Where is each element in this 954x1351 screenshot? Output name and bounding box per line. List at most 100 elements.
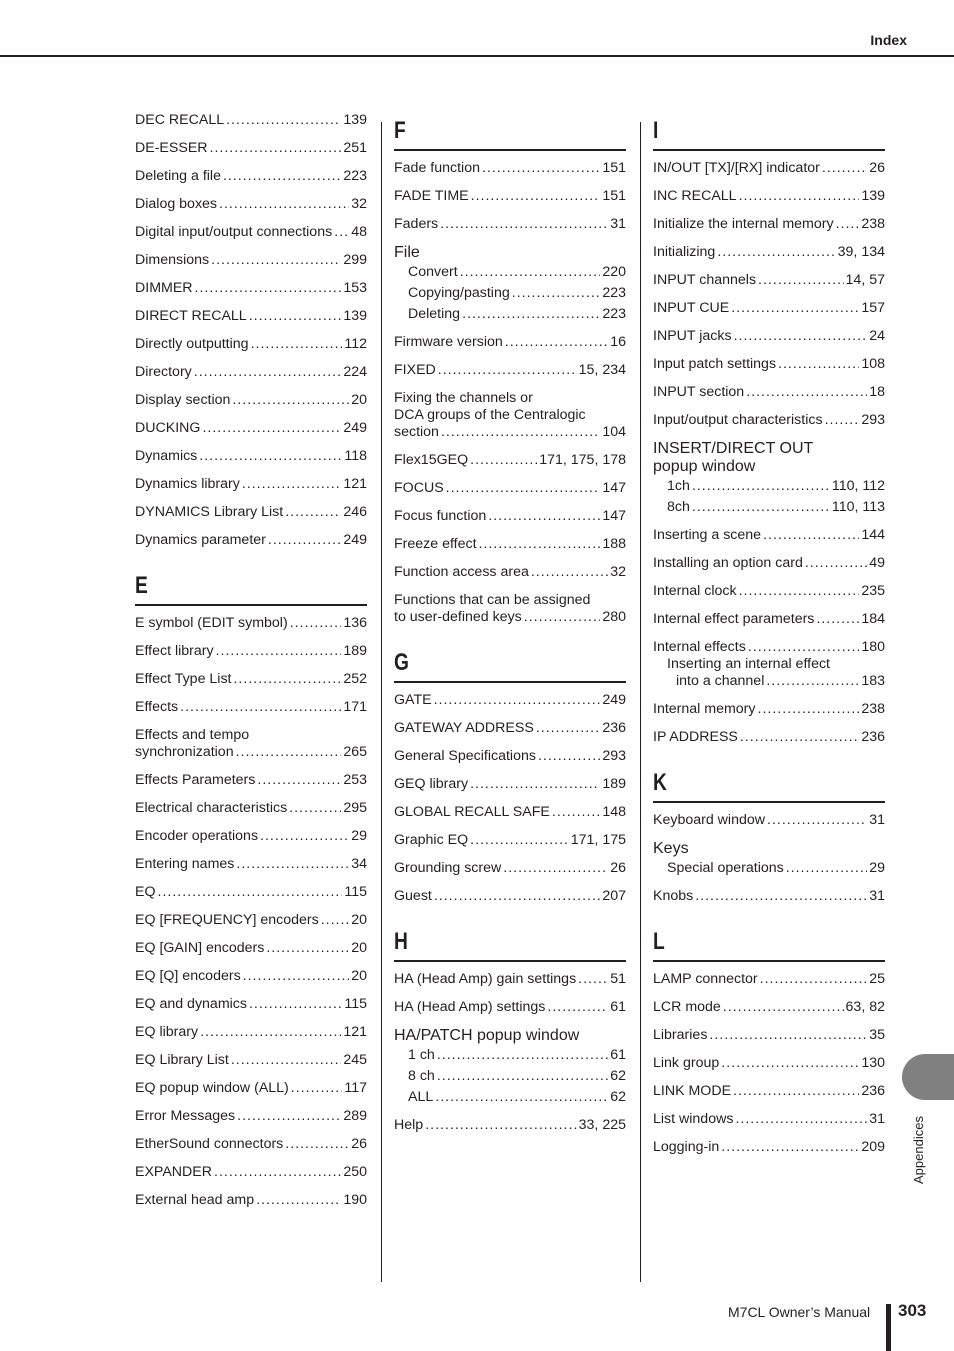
page-reference[interactable]: 31 (869, 1111, 885, 1128)
page-reference[interactable]: 153 (343, 280, 367, 297)
page-reference[interactable]: 117 (344, 1080, 367, 1097)
page-reference[interactable]: 34 (351, 856, 367, 873)
page-reference[interactable]: 31 (869, 888, 885, 905)
page-reference[interactable]: 151 (602, 188, 626, 205)
page-reference[interactable]: 31 (610, 216, 626, 233)
page-reference[interactable]: 251 (343, 140, 367, 157)
page-reference[interactable]: 246 (343, 504, 367, 521)
page-reference[interactable]: 189 (602, 776, 626, 793)
page-reference[interactable]: 115 (344, 996, 367, 1013)
page-reference[interactable]: 115 (344, 884, 367, 901)
page-reference[interactable]: 39, 134 (838, 244, 885, 261)
page-reference[interactable]: 171, 175, 178 (539, 452, 626, 469)
index-section-l: L LAMP connector 25 LCR mode 63, 82 Libraries… (653, 923, 885, 1156)
page-reference[interactable]: 130 (861, 1055, 885, 1072)
dot-leader (249, 308, 342, 325)
page-reference[interactable]: 61 (610, 1047, 626, 1064)
page-reference[interactable]: 249 (343, 420, 367, 437)
page-reference[interactable]: 220 (602, 264, 626, 281)
page-reference[interactable]: 209 (861, 1139, 885, 1156)
page-reference[interactable]: 26 (610, 860, 626, 877)
page-reference[interactable]: 31 (869, 812, 885, 829)
page-reference[interactable]: 253 (343, 772, 367, 789)
page-reference[interactable]: 15, 234 (579, 362, 626, 379)
page-reference[interactable]: 20 (351, 940, 367, 957)
page-reference[interactable]: 14, 57 (846, 272, 885, 289)
page-reference[interactable]: 183 (861, 673, 885, 690)
page-reference[interactable]: 110, 113 (832, 499, 885, 516)
page-reference[interactable]: 108 (861, 356, 885, 373)
page-reference[interactable]: 236 (602, 720, 626, 737)
page-reference[interactable]: 236 (861, 1083, 885, 1100)
page-reference[interactable]: 35 (869, 1027, 885, 1044)
page-reference[interactable]: 20 (351, 912, 367, 929)
page-reference[interactable]: 104 (602, 424, 626, 441)
page-reference[interactable]: 110, 112 (832, 478, 885, 495)
page-reference[interactable]: 18 (869, 384, 885, 401)
page-reference[interactable]: 49 (869, 555, 885, 572)
page-reference[interactable]: 32 (351, 196, 367, 213)
page-reference[interactable]: 224 (343, 364, 367, 381)
page-reference[interactable]: 249 (343, 532, 367, 549)
page-reference[interactable]: 121 (343, 476, 367, 493)
page-reference[interactable]: 24 (869, 328, 885, 345)
page-reference[interactable]: 62 (610, 1068, 626, 1085)
page-reference[interactable]: 180 (861, 639, 885, 656)
page-reference[interactable]: 118 (344, 448, 367, 465)
page-reference[interactable]: 62 (610, 1089, 626, 1106)
page-reference[interactable]: 20 (351, 968, 367, 985)
page-reference[interactable]: 61 (610, 999, 626, 1016)
page-reference[interactable]: 223 (602, 306, 626, 323)
page-reference[interactable]: 171, 175 (571, 832, 626, 849)
page-reference[interactable]: 121 (343, 1024, 367, 1041)
page-reference[interactable]: 245 (343, 1052, 367, 1069)
page-reference[interactable]: 207 (602, 888, 626, 905)
page-reference[interactable]: 223 (602, 285, 626, 302)
page-reference[interactable]: 238 (861, 701, 885, 718)
page-reference[interactable]: 188 (602, 536, 626, 553)
page-reference[interactable]: 189 (343, 643, 367, 660)
page-reference[interactable]: 139 (343, 112, 367, 129)
page-reference[interactable]: 236 (861, 729, 885, 746)
page-reference[interactable]: 265 (343, 744, 367, 761)
page-reference[interactable]: 147 (602, 508, 626, 525)
page-reference[interactable]: 157 (861, 300, 885, 317)
page-reference[interactable]: 295 (343, 800, 367, 817)
page-reference[interactable]: 144 (861, 527, 885, 544)
page-reference[interactable]: 148 (602, 804, 626, 821)
page-reference[interactable]: 190 (343, 1192, 367, 1209)
page-reference[interactable]: 32 (610, 564, 626, 581)
page-reference[interactable]: 16 (610, 334, 626, 351)
index-entry: Focus function 147 (394, 508, 626, 525)
page-reference[interactable]: 136 (343, 615, 367, 632)
page-reference[interactable]: 151 (602, 160, 626, 177)
page-reference[interactable]: 299 (343, 252, 367, 269)
page-reference[interactable]: 139 (343, 308, 367, 325)
page-reference[interactable]: 250 (343, 1164, 367, 1181)
page-reference[interactable]: 238 (861, 216, 885, 233)
page-reference[interactable]: 235 (861, 583, 885, 600)
page-reference[interactable]: 147 (602, 480, 626, 497)
entry-line: Fixing the channels or (394, 390, 626, 407)
page-reference[interactable]: 289 (343, 1108, 367, 1125)
page-reference[interactable]: 26 (869, 160, 885, 177)
page-reference[interactable]: 29 (869, 860, 885, 877)
page-reference[interactable]: 171 (343, 699, 367, 716)
page-reference[interactable]: 280 (602, 609, 626, 626)
page-reference[interactable]: 223 (343, 168, 367, 185)
page-reference[interactable]: 51 (610, 971, 626, 988)
page-reference[interactable]: 20 (351, 392, 367, 409)
page-reference[interactable]: 48 (351, 224, 367, 241)
page-reference[interactable]: 184 (861, 611, 885, 628)
page-reference[interactable]: 112 (344, 336, 367, 353)
page-reference[interactable]: 63, 82 (846, 999, 885, 1016)
page-reference[interactable]: 26 (351, 1136, 367, 1153)
page-reference[interactable]: 293 (602, 748, 626, 765)
page-reference[interactable]: 293 (861, 412, 885, 429)
page-reference[interactable]: 29 (351, 828, 367, 845)
page-reference[interactable]: 25 (869, 971, 885, 988)
page-reference[interactable]: 33, 225 (579, 1117, 626, 1134)
page-reference[interactable]: 252 (343, 671, 367, 688)
page-reference[interactable]: 249 (602, 692, 626, 709)
page-reference[interactable]: 139 (861, 188, 885, 205)
